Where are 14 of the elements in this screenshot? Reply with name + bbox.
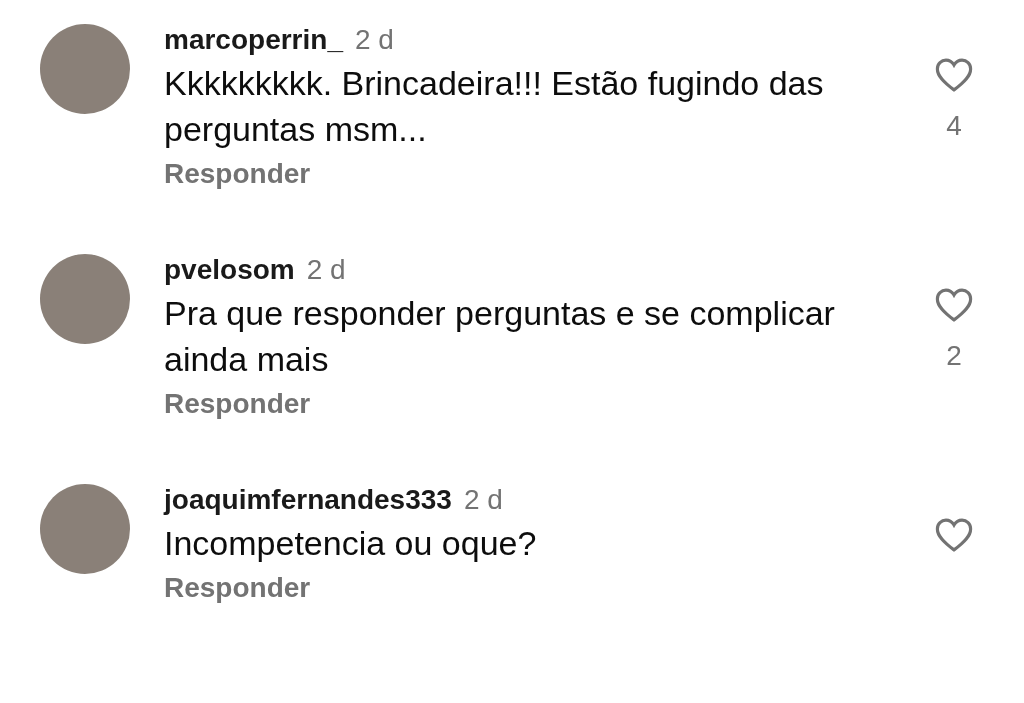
timestamp: 2 d [354, 24, 394, 56]
timestamp: 2 d [463, 484, 503, 516]
timestamp: 2 d [306, 254, 346, 286]
like-count: 2 [946, 340, 962, 372]
comment-text: Pra que responder perguntas e se complicar ainda mais [164, 293, 836, 380]
reply-link[interactable]: Responder [164, 388, 311, 420]
comment-text: Kkkkkkkkk. Brincadeira!!! Estão fugindo das perguntas msm... [164, 63, 825, 150]
comment-text: Incompetencia ou oque? [164, 523, 538, 564]
username[interactable]: marcoperrin_ [164, 24, 343, 56]
username[interactable]: pvelosom [164, 254, 295, 286]
like-count: 4 [946, 110, 962, 142]
reply-link[interactable]: Responder [164, 158, 311, 190]
username[interactable]: joaquimfernandes333 [164, 484, 452, 516]
reply-link[interactable]: Responder [164, 572, 311, 604]
